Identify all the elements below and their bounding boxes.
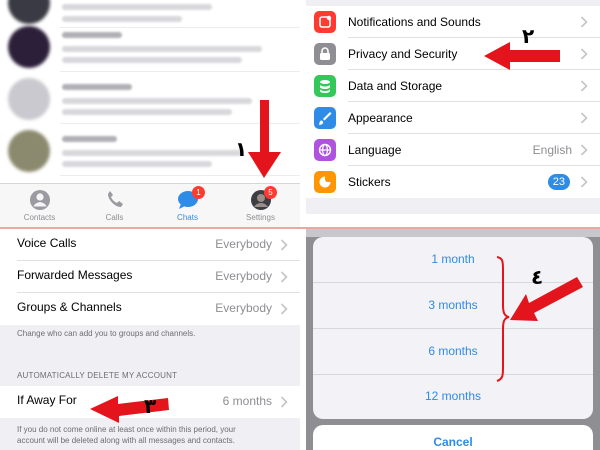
tab-chats[interactable]: 1 Chats	[150, 184, 225, 227]
cancel-label: Cancel	[433, 435, 473, 449]
groups-footer-note: Change who can add you to groups and cha…	[17, 329, 196, 338]
cancel-button[interactable]: Cancel	[313, 425, 593, 450]
person-circle-icon	[29, 190, 50, 210]
chats-screen: Contacts Calls 1 Chats 5 Settings	[0, 0, 300, 227]
step-4-label: ٤	[531, 265, 544, 289]
away-label: If Away For	[17, 393, 77, 407]
chevron-right-icon	[280, 271, 288, 283]
settings-label: Notifications and Sounds	[348, 15, 481, 29]
privacy-label: Groups & Channels	[17, 300, 122, 314]
chat-avatar	[8, 78, 50, 120]
section-header: AUTOMATICALLY DELETE MY ACCOUNT	[17, 371, 178, 380]
duration-action-sheet: 1 month 3 months 6 months 12 months	[313, 237, 593, 419]
tab-label: Calls	[105, 213, 124, 222]
option-12-months[interactable]: 12 months	[313, 374, 593, 419]
chevron-right-icon	[580, 48, 588, 60]
chat-row[interactable]	[0, 74, 300, 124]
chat-avatar	[8, 130, 50, 172]
tab-contacts[interactable]: Contacts	[2, 184, 77, 227]
away-footer-note: If you do not come online at least once …	[17, 425, 236, 434]
away-footer-note: account will be deleted along with all m…	[17, 436, 235, 445]
chat-row[interactable]	[0, 22, 300, 72]
chevron-right-icon	[580, 144, 588, 156]
settings-row-language[interactable]: Language English	[306, 134, 600, 166]
settings-row-data-storage[interactable]: Data and Storage	[306, 70, 600, 102]
settings-label: Privacy and Security	[348, 47, 458, 61]
settings-badge: 5	[264, 186, 277, 199]
step-1-label: ١	[235, 137, 248, 161]
settings-screen: Notifications and Sounds Privacy and Sec…	[306, 0, 600, 227]
privacy-list: Voice Calls Everybody Forwarded Messages…	[0, 229, 300, 325]
privacy-row-forwarded[interactable]: Forwarded Messages Everybody	[0, 261, 300, 293]
option-1-month[interactable]: 1 month	[313, 237, 593, 282]
privacy-value: Everybody	[215, 269, 272, 283]
chat-row[interactable]	[0, 126, 300, 176]
database-icon	[314, 75, 336, 97]
step-2-label: ٢	[522, 24, 535, 48]
language-value: English	[532, 143, 572, 157]
chevron-right-icon	[280, 303, 288, 315]
privacy-row-groups[interactable]: Groups & Channels Everybody	[0, 293, 300, 325]
lock-icon	[314, 43, 336, 65]
chats-badge: 1	[192, 186, 205, 199]
settings-row-stickers[interactable]: Stickers 23	[306, 166, 600, 198]
privacy-label: Voice Calls	[17, 236, 77, 250]
step-3-label: ٣	[144, 394, 157, 418]
privacy-row-voice-calls[interactable]: Voice Calls Everybody	[0, 229, 300, 261]
tutorial-collage: Contacts Calls 1 Chats 5 Settings Notifi…	[0, 0, 600, 450]
chevron-right-icon	[580, 16, 588, 28]
tab-label: Settings	[246, 213, 275, 222]
settings-label: Language	[348, 143, 402, 157]
tab-bar: Contacts Calls 1 Chats 5 Settings	[0, 183, 300, 227]
bell-icon	[314, 11, 336, 33]
away-value: 6 months	[222, 394, 272, 408]
chevron-right-icon	[580, 176, 588, 188]
stickers-count-badge: 23	[547, 174, 570, 190]
chevron-right-icon	[580, 80, 588, 92]
privacy-value: Everybody	[215, 301, 272, 315]
tab-label: Contacts	[23, 213, 56, 222]
chat-avatar	[8, 26, 50, 68]
chevron-right-icon	[280, 239, 288, 251]
tab-calls[interactable]: Calls	[77, 184, 152, 227]
sticker-icon	[314, 171, 336, 193]
chevron-right-icon	[280, 396, 288, 408]
settings-label: Stickers	[348, 175, 391, 189]
option-6-months[interactable]: 6 months	[313, 329, 593, 374]
privacy-label: Forwarded Messages	[17, 268, 133, 282]
settings-list: Notifications and Sounds Privacy and Sec…	[306, 6, 600, 198]
tab-label: Chats	[177, 213, 198, 222]
privacy-value: Everybody	[215, 237, 272, 251]
phone-icon	[107, 191, 123, 207]
settings-row-privacy[interactable]: Privacy and Security	[306, 38, 600, 70]
chat-avatar	[8, 0, 50, 24]
settings-label: Data and Storage	[348, 79, 443, 93]
chevron-right-icon	[580, 112, 588, 124]
settings-label: Appearance	[348, 111, 413, 125]
globe-icon	[314, 139, 336, 161]
brush-icon	[314, 107, 336, 129]
duration-sheet-screen: 1 month 3 months 6 months 12 months Canc…	[306, 229, 600, 450]
settings-row-appearance[interactable]: Appearance	[306, 102, 600, 134]
settings-row-notifications[interactable]: Notifications and Sounds	[306, 6, 600, 38]
tab-settings[interactable]: 5 Settings	[223, 184, 298, 227]
option-3-months[interactable]: 3 months	[313, 283, 593, 328]
